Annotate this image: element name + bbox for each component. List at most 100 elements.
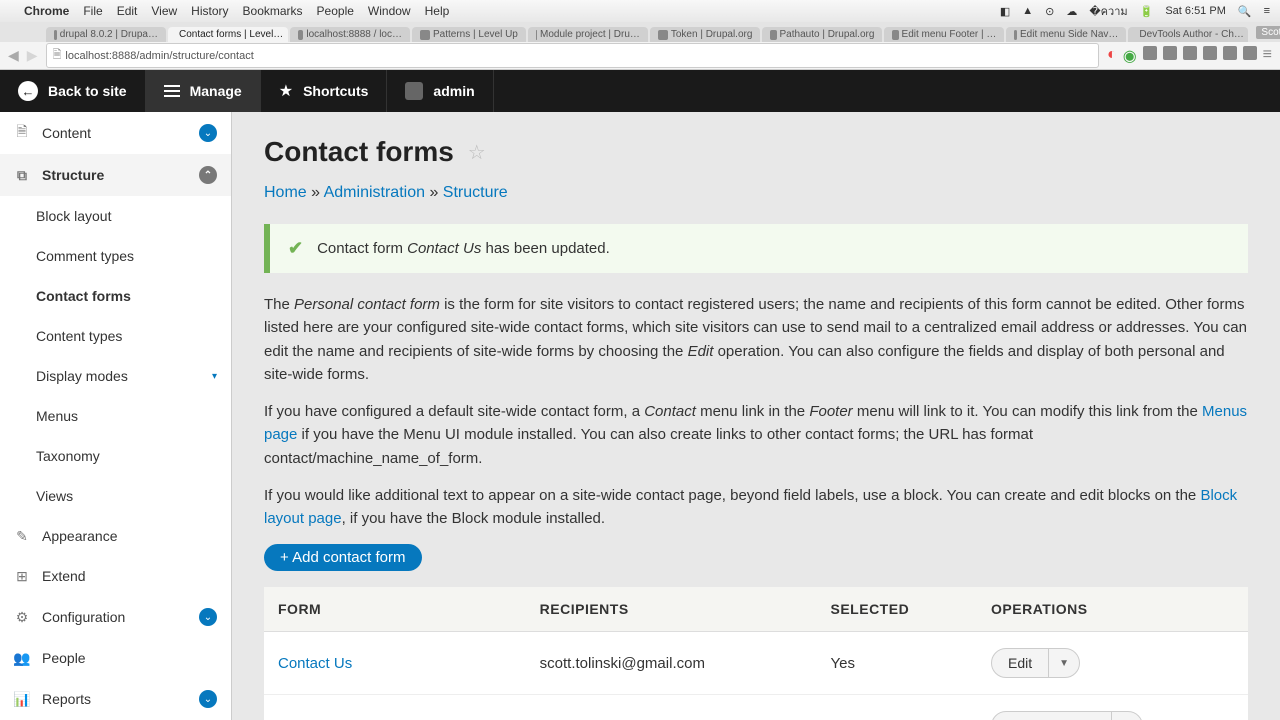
ext-icon[interactable] (1163, 46, 1177, 60)
chrome-menu-icon[interactable]: ≡ (1263, 46, 1272, 66)
menu-people[interactable]: People (317, 4, 354, 18)
browser-tab[interactable]: Patterns | Level Up (412, 27, 526, 42)
menu-icon[interactable]: ≡ (1264, 5, 1270, 17)
form-link-contact-us[interactable]: Contact Us (278, 655, 352, 672)
menu-help[interactable]: Help (425, 4, 450, 18)
menubar-icon[interactable]: ◧ (1000, 5, 1010, 18)
menu-file[interactable]: File (83, 4, 102, 18)
col-operations[interactable]: OPERATIONS (977, 587, 1248, 632)
col-selected[interactable]: SELECTED (817, 587, 978, 632)
breadcrumb-admin[interactable]: Administration (324, 184, 425, 201)
ext-icon[interactable] (1143, 46, 1157, 60)
menu-view[interactable]: View (151, 4, 177, 18)
col-form[interactable]: FORM (264, 587, 526, 632)
browser-tab[interactable]: Pathauto | Drupal.org (762, 27, 882, 42)
drupal-toolbar: ← Back to site Manage ★ Shortcuts admin (0, 70, 1280, 112)
favicon-icon (420, 30, 430, 40)
browser-tab[interactable]: Module project | Dru… (528, 27, 648, 42)
sidebar-sub-content-types[interactable]: Content types (0, 316, 231, 356)
avatar-icon (405, 82, 423, 100)
chevron-down-icon[interactable]: ⌄ (199, 690, 217, 708)
admin-sidebar: 🗎Content ⌄ ⧉Structure ⌃ Block layout Com… (0, 112, 232, 720)
tab-strip: drupal 8.0.2 | Drupa… Contact forms | Le… (46, 22, 1250, 42)
ext-icon[interactable] (1203, 46, 1217, 60)
sidebar-item-people[interactable]: 👥People (0, 638, 231, 678)
edit-dropdown-button[interactable]: Edit ▼ (991, 648, 1080, 678)
url-input[interactable]: 🗎 localhost:8888/admin/structure/contact (46, 43, 1099, 68)
sidebar-sub-comment-types[interactable]: Comment types (0, 236, 231, 276)
breadcrumb-structure[interactable]: Structure (443, 184, 508, 201)
clock[interactable]: Sat 6:51 PM (1165, 5, 1226, 17)
op-label: Manage fields (992, 712, 1111, 720)
table-row: Personal contact form Selected user No M… (264, 695, 1248, 720)
sidebar-item-structure[interactable]: ⧉Structure ⌃ (0, 154, 231, 196)
manage-button[interactable]: Manage (146, 70, 261, 112)
shortcuts-button[interactable]: ★ Shortcuts (261, 70, 388, 112)
ext-icon[interactable]: ◉ (1123, 46, 1137, 66)
ext-icon[interactable]: ◐ (1107, 46, 1117, 66)
sidebar-sub-taxonomy[interactable]: Taxonomy (0, 436, 231, 476)
selected-cell: Yes (817, 632, 978, 695)
chevron-down-icon[interactable]: ⌄ (199, 608, 217, 626)
browser-tab[interactable]: DevTools Author - Ch… (1128, 27, 1248, 42)
nav-forward-icon[interactable]: ▶ (27, 47, 38, 64)
menu-history[interactable]: History (191, 4, 228, 18)
add-contact-form-button[interactable]: + Add contact form (264, 544, 422, 571)
content-icon: 🗎 (14, 125, 30, 141)
manage-fields-dropdown-button[interactable]: Manage fields ▼ (991, 711, 1143, 720)
favicon-icon (536, 30, 537, 40)
battery-icon[interactable]: 🔋 (1140, 5, 1154, 18)
favicon-icon (892, 30, 898, 40)
browser-tab[interactable]: Token | Drupal.org (650, 27, 761, 42)
menubar-icon[interactable]: ⊙ (1045, 5, 1054, 18)
wifi-icon[interactable]: �ความ (1089, 2, 1127, 20)
menubar-icon[interactable]: ▲ (1022, 5, 1033, 17)
sidebar-item-configuration[interactable]: ⚙Configuration ⌄ (0, 596, 231, 638)
breadcrumb-home[interactable]: Home (264, 184, 307, 201)
browser-tab-active[interactable]: Contact forms | Level…× (168, 27, 288, 42)
nav-back-icon[interactable]: ◀ (8, 47, 19, 64)
hamburger-icon (164, 85, 180, 97)
menu-window[interactable]: Window (368, 4, 411, 18)
browser-tab[interactable]: localhost:8888 / loc… (290, 27, 410, 42)
check-icon: ✔ (288, 238, 303, 259)
address-bar: ◀ ▶ 🗎 localhost:8888/admin/structure/con… (0, 42, 1280, 70)
chevron-up-icon[interactable]: ⌃ (199, 166, 217, 184)
ext-icon[interactable] (1223, 46, 1237, 60)
chevron-down-icon[interactable]: ⌄ (199, 124, 217, 142)
admin-button[interactable]: admin (387, 70, 493, 112)
mac-menubar: Chrome File Edit View History Bookmarks … (0, 0, 1280, 22)
spotlight-icon[interactable]: 🔍 (1238, 5, 1252, 18)
chevron-down-icon[interactable]: ▾ (212, 371, 217, 382)
sidebar-sub-views[interactable]: Views (0, 476, 231, 516)
sidebar-sub-block-layout[interactable]: Block layout (0, 196, 231, 236)
ext-icon[interactable] (1243, 46, 1257, 60)
sidebar-item-reports[interactable]: 📊Reports ⌄ (0, 678, 231, 720)
menu-edit[interactable]: Edit (117, 4, 138, 18)
dropdown-arrow-icon[interactable]: ▼ (1048, 649, 1079, 677)
sidebar-item-content[interactable]: 🗎Content ⌄ (0, 112, 231, 154)
page-title: Contact forms (264, 136, 454, 168)
admin-label: admin (433, 83, 474, 99)
browser-tab[interactable]: Edit menu Footer | … (884, 27, 1004, 42)
sidebar-sub-contact-forms[interactable]: Contact forms (0, 276, 231, 316)
col-recipients[interactable]: RECIPIENTS (526, 587, 817, 632)
table-row: Contact Us scott.tolinski@gmail.com Yes … (264, 632, 1248, 695)
browser-tab[interactable]: drupal 8.0.2 | Drupa… (46, 27, 166, 42)
chrome-user-badge[interactable]: Scott (1256, 26, 1280, 39)
menubar-icon[interactable]: ☁ (1066, 5, 1077, 18)
favorite-star-icon[interactable]: ☆ (468, 140, 486, 165)
dropdown-arrow-icon[interactable]: ▼ (1111, 712, 1142, 720)
ext-icon[interactable] (1183, 46, 1197, 60)
shortcuts-label: Shortcuts (303, 83, 368, 99)
sidebar-item-appearance[interactable]: ✎Appearance (0, 516, 231, 556)
manage-label: Manage (190, 83, 242, 99)
sidebar-sub-menus[interactable]: Menus (0, 396, 231, 436)
sidebar-item-extend[interactable]: ⊞Extend (0, 556, 231, 596)
browser-name[interactable]: Chrome (24, 4, 69, 18)
browser-tab[interactable]: Edit menu Side Nav… (1006, 27, 1126, 42)
back-to-site-button[interactable]: ← Back to site (0, 70, 146, 112)
back-arrow-icon: ← (18, 81, 38, 101)
menu-bookmarks[interactable]: Bookmarks (243, 4, 303, 18)
sidebar-sub-display-modes[interactable]: Display modes▾ (0, 356, 231, 396)
